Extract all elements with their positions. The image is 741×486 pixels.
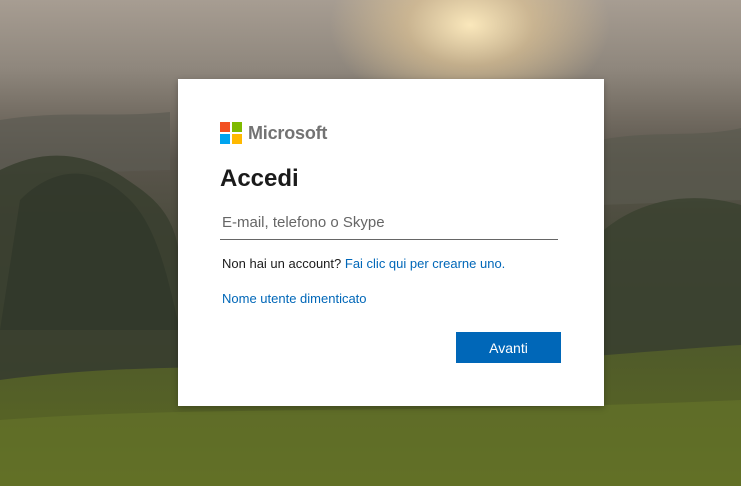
page-title: Accedi [220, 165, 299, 192]
no-account-text: Non hai un account? [222, 256, 345, 271]
brand-name: Microsoft [248, 122, 328, 143]
signin-card: Microsoft Accedi Non hai un account? Fai… [178, 79, 604, 406]
forgot-username-line: Nome utente dimenticato [222, 291, 367, 306]
email-field-wrapper [220, 207, 562, 240]
email-phone-skype-input[interactable] [220, 207, 562, 237]
logo-square-red [220, 122, 230, 132]
logo-square-yellow [232, 134, 242, 144]
logo-square-green [232, 122, 242, 132]
forgot-username-link[interactable]: Nome utente dimenticato [222, 291, 367, 306]
next-button[interactable]: Avanti [456, 332, 561, 363]
logo-square-blue [220, 134, 230, 144]
microsoft-logo: Microsoft [220, 122, 327, 144]
microsoft-windows-icon [220, 122, 242, 144]
no-account-line: Non hai un account? Fai clic qui per cre… [222, 256, 505, 271]
create-account-link[interactable]: Fai clic qui per crearne uno. [345, 256, 505, 271]
